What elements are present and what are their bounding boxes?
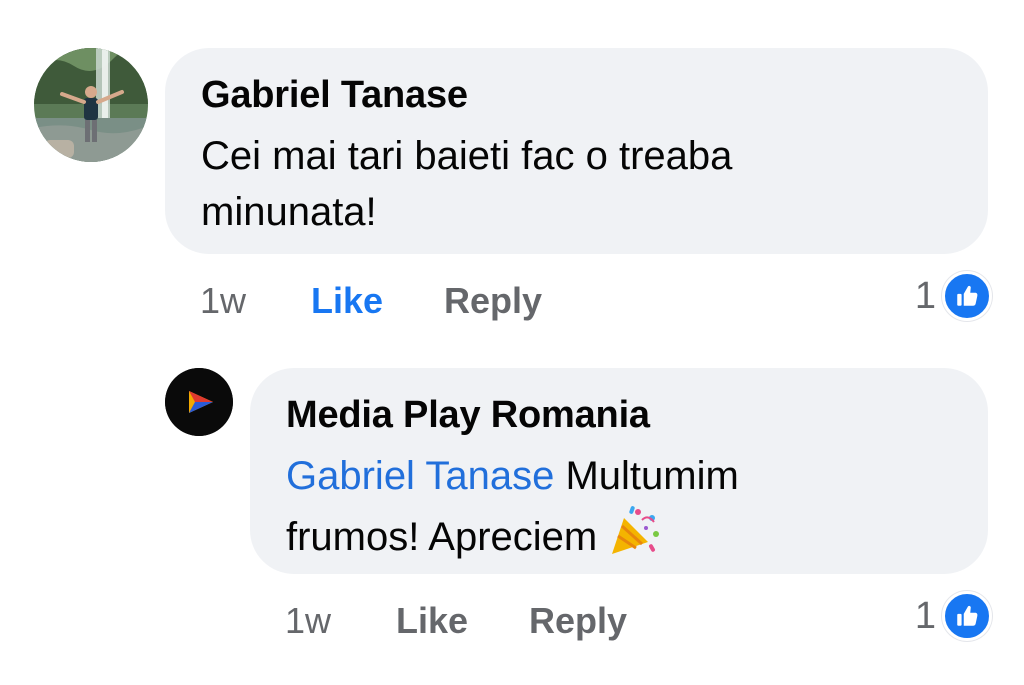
comment-author[interactable]: Media Play Romania [286, 394, 650, 437]
reaction-count: 1 [914, 594, 936, 637]
reaction-summary[interactable]: 1 [914, 591, 992, 641]
mention-link[interactable]: Gabriel Tanase [286, 454, 554, 498]
thumbs-up-icon [942, 271, 992, 321]
comment-bubble: Media Play Romania Gabriel Tanase Multum… [250, 368, 988, 574]
comment-timestamp[interactable]: 1w [200, 280, 246, 322]
reply-media-play-romania: Media Play Romania Gabriel Tanase Multum… [0, 340, 1024, 685]
party-popper-icon [608, 504, 662, 573]
comment-author[interactable]: Gabriel Tanase [201, 74, 468, 117]
avatar[interactable] [165, 368, 233, 436]
comment-gabriel-tanase: Gabriel Tanase Cei mai tari baieti fac o… [0, 0, 1024, 340]
reaction-count: 1 [914, 274, 936, 317]
comment-text: Gabriel Tanase Multumim frumos! Apreciem [286, 448, 846, 573]
comment-text: Cei mai tari baieti fac o treaba minunat… [201, 134, 733, 234]
like-button[interactable]: Like [311, 280, 383, 322]
thumbs-up-icon [942, 591, 992, 641]
avatar[interactable] [34, 48, 148, 162]
media-play-logo [165, 368, 233, 436]
reply-button[interactable]: Reply [529, 600, 627, 642]
reaction-summary[interactable]: 1 [914, 271, 992, 321]
like-button[interactable]: Like [396, 600, 468, 642]
profile-photo [34, 48, 148, 162]
comment-actions: 1w Like Reply [285, 600, 785, 644]
comment-timestamp[interactable]: 1w [285, 600, 331, 642]
comment-bubble: Gabriel Tanase Cei mai tari baieti fac o… [165, 48, 988, 254]
reply-button[interactable]: Reply [444, 280, 542, 322]
comment-actions: 1w Like Reply [200, 280, 700, 324]
